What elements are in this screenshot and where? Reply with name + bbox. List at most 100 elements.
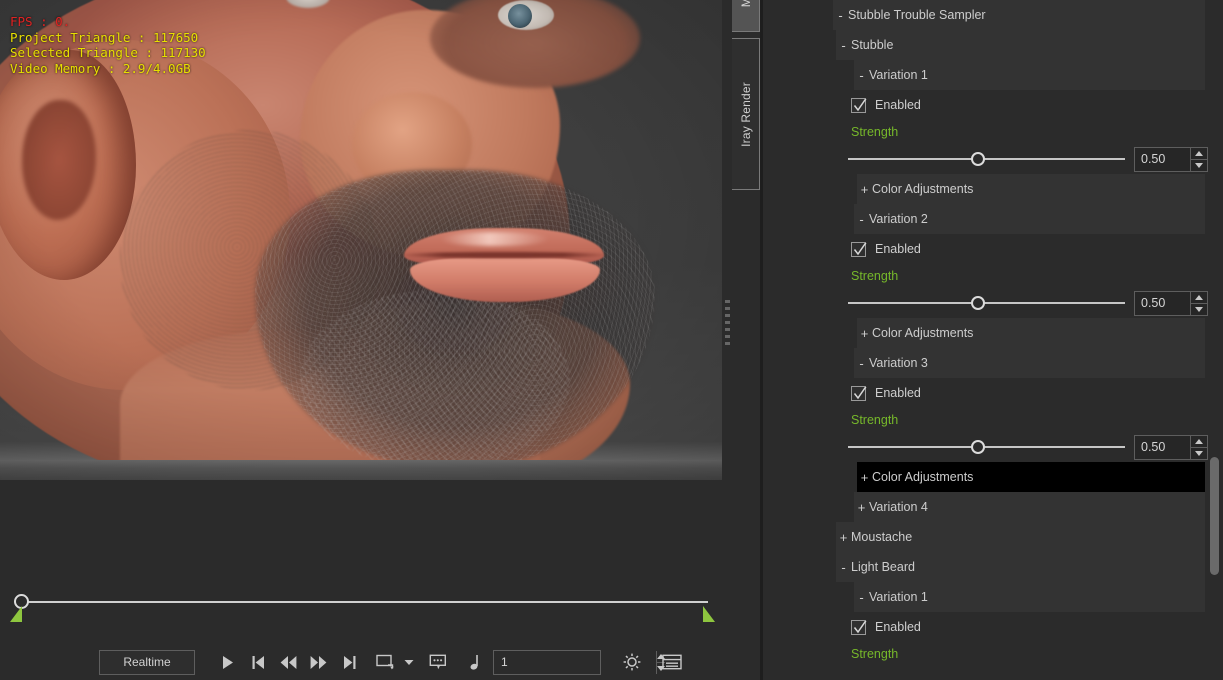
render-region-button[interactable]: [371, 647, 401, 677]
strength-slider-row[interactable]: [763, 144, 1208, 174]
checkbox-label: Enabled: [875, 242, 921, 256]
slider-knob[interactable]: [971, 296, 986, 310]
brightness-button[interactable]: [617, 647, 647, 677]
tab-partial-top[interactable]: M: [732, 0, 760, 32]
collapse-twisty-icon[interactable]: -: [854, 356, 869, 371]
slider[interactable]: [848, 292, 1125, 314]
property-panel-scrollbar[interactable]: [1210, 455, 1219, 680]
property-group-label: Color Adjustments: [872, 326, 974, 340]
strength-value-input[interactable]: [1135, 291, 1190, 315]
checkbox-checked-icon[interactable]: [851, 97, 867, 113]
strength-stepper-buttons: [1190, 435, 1207, 459]
enabled-checkbox-row[interactable]: Enabled: [763, 378, 1205, 408]
strength-value-stepper[interactable]: [1134, 290, 1208, 316]
render-rect-icon: [376, 654, 396, 670]
strength-value-input[interactable]: [1135, 435, 1190, 459]
slider-knob[interactable]: [971, 152, 986, 166]
property-group-row[interactable]: + Variation 4: [854, 492, 1205, 522]
property-group-row[interactable]: + Color Adjustments: [857, 462, 1205, 492]
enabled-checkbox-row[interactable]: Enabled: [763, 90, 1205, 120]
property-label: Strength: [851, 269, 899, 283]
property-group-row[interactable]: - Stubble Trouble Sampler: [833, 0, 1205, 30]
strength-slider-row[interactable]: [763, 288, 1208, 318]
slider[interactable]: [848, 148, 1125, 170]
skip-to-end-button[interactable]: [335, 647, 365, 677]
tab-iray-render[interactable]: Iray Render: [732, 38, 760, 190]
play-button[interactable]: [213, 647, 243, 677]
slider-track[interactable]: [848, 302, 1125, 304]
expand-twisty-icon[interactable]: +: [857, 326, 872, 341]
chevron-down-icon: [404, 659, 414, 666]
collapse-twisty-icon[interactable]: -: [833, 8, 848, 23]
caret-up-icon: [1195, 438, 1203, 444]
vertical-tab-strip: M Iray Render: [732, 0, 760, 480]
strength-decrement-button[interactable]: [1191, 448, 1207, 459]
checkbox-checked-icon[interactable]: [851, 385, 867, 401]
skip-to-start-button[interactable]: [243, 647, 273, 677]
strength-value-stepper[interactable]: [1134, 434, 1208, 460]
viewport-3d-canvas[interactable]: [0, 0, 722, 480]
property-group-row[interactable]: + Color Adjustments: [857, 174, 1205, 204]
property-group-row[interactable]: - Variation 1: [854, 582, 1205, 612]
play-icon: [221, 655, 235, 670]
collapse-twisty-icon[interactable]: -: [854, 212, 869, 227]
strength-decrement-button[interactable]: [1191, 304, 1207, 315]
strength-increment-button[interactable]: [1191, 148, 1207, 160]
property-group-row[interactable]: + Color Adjustments: [857, 318, 1205, 348]
checkbox-checked-icon[interactable]: [851, 619, 867, 635]
collapse-twisty-icon[interactable]: -: [836, 38, 851, 53]
slider-track[interactable]: [848, 158, 1125, 160]
strength-increment-button[interactable]: [1191, 436, 1207, 448]
property-group-row[interactable]: - Light Beard: [836, 552, 1205, 582]
render-region-dropdown[interactable]: [401, 647, 417, 677]
property-group-label: Variation 2: [869, 212, 928, 226]
enabled-checkbox-row[interactable]: Enabled: [763, 612, 1205, 642]
realtime-button[interactable]: Realtime: [99, 649, 195, 675]
property-group-row[interactable]: - Variation 3: [854, 348, 1205, 378]
property-group-row[interactable]: - Variation 1: [854, 60, 1205, 90]
strength-decrement-button[interactable]: [1191, 160, 1207, 171]
caret-up-icon: [1195, 294, 1203, 300]
property-group-label: Variation 4: [869, 500, 928, 514]
slider-track[interactable]: [848, 446, 1125, 448]
collapse-twisty-icon[interactable]: -: [836, 560, 851, 575]
viewport-pane[interactable]: FPS : 0. Project Triangle : 117650 Selec…: [0, 0, 722, 480]
strength-value-input[interactable]: [1135, 147, 1190, 171]
expand-twisty-icon[interactable]: +: [857, 470, 872, 485]
caret-down-icon: [1195, 306, 1203, 312]
collapse-twisty-icon[interactable]: -: [854, 68, 869, 83]
keyframe-button[interactable]: [459, 647, 489, 677]
expand-twisty-icon[interactable]: +: [854, 500, 869, 515]
strength-property-label-row: Strength: [763, 264, 1205, 288]
property-group-label: Variation 3: [869, 356, 928, 370]
checkbox-checked-icon[interactable]: [851, 241, 867, 257]
caret-down-icon: [1195, 162, 1203, 168]
timeline-range-start-marker[interactable]: [10, 606, 22, 622]
property-group-row[interactable]: - Stubble: [836, 30, 1205, 60]
strength-value-stepper[interactable]: [1134, 146, 1208, 172]
skip-end-icon: [343, 655, 357, 670]
strength-slider-row[interactable]: [763, 432, 1208, 462]
slider[interactable]: [848, 436, 1125, 458]
fast-forward-button[interactable]: [303, 647, 333, 677]
slider-knob[interactable]: [971, 440, 986, 454]
enabled-checkbox-row[interactable]: Enabled: [763, 234, 1205, 264]
property-group-label: Color Adjustments: [872, 470, 974, 484]
rewind-button[interactable]: [273, 647, 303, 677]
strength-increment-button[interactable]: [1191, 292, 1207, 304]
panel-splitter-handle[interactable]: [725, 300, 730, 346]
comment-button[interactable]: [423, 647, 453, 677]
property-label: Strength: [851, 125, 899, 139]
collapse-twisty-icon[interactable]: -: [854, 590, 869, 605]
property-label: Strength: [851, 413, 899, 427]
comment-bubble-icon: [429, 654, 448, 670]
frame-number-stepper[interactable]: [493, 649, 665, 675]
timeline-track[interactable]: [22, 601, 708, 603]
timeline-range-end-marker[interactable]: [703, 606, 715, 622]
expand-twisty-icon[interactable]: +: [857, 182, 872, 197]
expand-twisty-icon[interactable]: +: [836, 530, 851, 545]
layout-button[interactable]: [657, 647, 687, 677]
scrollbar-thumb[interactable]: [1210, 457, 1219, 575]
property-group-row[interactable]: - Variation 2: [854, 204, 1205, 234]
property-group-row[interactable]: + Moustache: [836, 522, 1205, 552]
